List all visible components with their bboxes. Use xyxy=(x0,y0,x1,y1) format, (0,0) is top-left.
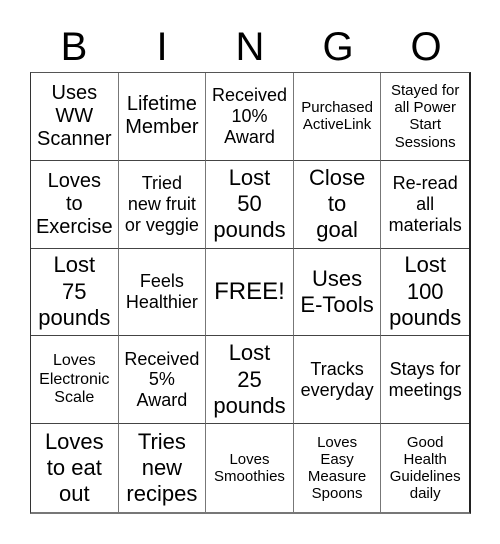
bingo-cell-n5[interactable]: Loves Smoothies xyxy=(206,424,294,512)
header-letter-n: N xyxy=(235,25,265,69)
bingo-cell-n4[interactable]: Lost 25 pounds xyxy=(206,336,294,425)
bingo-cell-label: Lost 75 pounds xyxy=(38,252,111,331)
bingo-cell-i4[interactable]: Received 5% Award xyxy=(118,336,207,425)
header-letter-g: G xyxy=(322,25,354,69)
bingo-cell-g4[interactable]: Tracks everyday xyxy=(293,336,382,425)
bingo-cell-label: Purchased ActiveLink xyxy=(301,99,373,134)
header-letter-b: B xyxy=(60,25,88,69)
bingo-cell-label: Loves Electronic Scale xyxy=(39,352,110,406)
bingo-cell-label: Tracks everyday xyxy=(300,359,374,400)
bingo-cell-label: Loves Smoothies xyxy=(214,450,285,486)
bingo-cell-i2[interactable]: Tried new fruit or veggie xyxy=(118,160,207,249)
bingo-cell-g5[interactable]: Loves Easy Measure Spoons xyxy=(294,424,382,512)
free-space-label: FREE! xyxy=(214,278,285,306)
bingo-cell-label: Tried new fruit or veggie xyxy=(124,173,199,235)
bingo-cell-label: Lost 50 pounds xyxy=(213,164,286,243)
bingo-cell-label: Received 10% Award xyxy=(211,85,288,147)
bingo-cell-label: Uses WW Scanner xyxy=(37,81,112,150)
bingo-cell-i5[interactable]: Tries new recipes xyxy=(119,424,207,512)
bingo-cell-label: Uses E-Tools xyxy=(300,265,374,317)
bingo-cell-label: Received 5% Award xyxy=(124,348,200,411)
bingo-cell-i1[interactable]: Lifetime Member xyxy=(118,73,207,161)
bingo-cell-label: Loves to Exercise xyxy=(35,169,113,238)
bingo-cell-o3[interactable]: Lost 100 pounds xyxy=(381,249,469,337)
bingo-cell-b2[interactable]: Loves to Exercise xyxy=(31,160,119,249)
bingo-cell-o4[interactable]: Stays for meetings xyxy=(381,336,469,425)
bingo-cell-b1[interactable]: Uses WW Scanner xyxy=(31,73,119,161)
bingo-cell-b5[interactable]: Loves to eat out xyxy=(31,424,119,512)
bingo-cell-o1[interactable]: Stayed for all Power Start Sessions xyxy=(381,73,469,161)
bingo-cell-g2[interactable]: Close to goal xyxy=(293,160,382,249)
bingo-cell-label: Stays for meetings xyxy=(388,359,462,400)
bingo-cell-label: Lost 25 pounds xyxy=(213,340,286,418)
bingo-cell-o2[interactable]: Re-read all materials xyxy=(381,161,469,249)
bingo-cell-i3[interactable]: Feels Healthier xyxy=(118,248,207,337)
bingo-cell-g1[interactable]: Purchased ActiveLink xyxy=(293,73,382,161)
bingo-cell-label: Tries new recipes xyxy=(126,428,198,507)
bingo-cell-label: Loves Easy Measure Spoons xyxy=(307,433,367,503)
bingo-cell-b3[interactable]: Lost 75 pounds xyxy=(31,248,119,337)
bingo-cell-label: Lost 100 pounds xyxy=(389,252,462,331)
bingo-cell-n1[interactable]: Received 10% Award xyxy=(206,73,294,161)
bingo-header: B I N G O xyxy=(30,22,470,72)
bingo-cell-o5[interactable]: Good Health Guidelines daily xyxy=(381,424,469,512)
bingo-card-grid: Uses WW Scanner Lifetime Member Received 1… xyxy=(30,72,471,514)
bingo-cell-label: Lifetime Member xyxy=(125,93,199,139)
bingo-cell-b4[interactable]: Loves Electronic Scale xyxy=(31,336,119,425)
header-letter-o: O xyxy=(410,25,442,69)
bingo-cell-n2[interactable]: Lost 50 pounds xyxy=(206,160,294,249)
bingo-cell-label: Feels Healthier xyxy=(125,271,198,312)
header-letter-i: I xyxy=(156,25,168,69)
bingo-cell-label: Stayed for all Power Start Sessions xyxy=(391,81,460,151)
bingo-cell-label: Loves to eat out xyxy=(44,428,104,507)
bingo-cell-label: Re-read all materials xyxy=(388,173,462,235)
bingo-cell-label: Close to goal xyxy=(308,164,366,243)
bingo-cell-label: Good Health Guidelines daily xyxy=(389,433,461,503)
bingo-cell-g3[interactable]: Uses E-Tools xyxy=(293,248,382,337)
free-space-cell[interactable]: FREE! xyxy=(206,248,294,337)
